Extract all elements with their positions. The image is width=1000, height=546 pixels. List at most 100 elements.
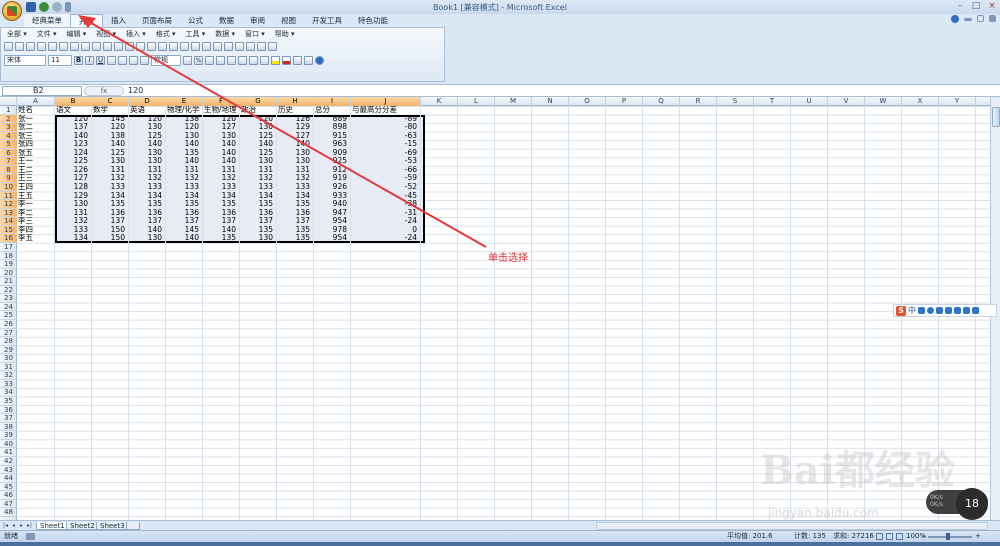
header-cell[interactable]: 姓名	[18, 106, 54, 115]
sort-desc-icon[interactable]	[213, 42, 222, 51]
help-circle-icon[interactable]	[315, 56, 324, 65]
help-icon[interactable]	[268, 42, 277, 51]
row-header-11[interactable]: 11	[0, 191, 17, 201]
column-header-w[interactable]: W	[865, 97, 902, 106]
tab-insert[interactable]: 插入	[103, 14, 134, 27]
redo-icon[interactable]	[158, 42, 167, 51]
ribbon-close-icon[interactable]	[989, 15, 996, 22]
row-header-8[interactable]: 8	[0, 165, 17, 175]
column-header-t[interactable]: T	[754, 97, 791, 106]
open-icon[interactable]	[15, 42, 24, 51]
menu-file[interactable]: 文件 ▾	[32, 30, 62, 39]
first-sheet-button[interactable]: |◂	[2, 522, 9, 529]
page-break-view-icon[interactable]	[896, 533, 903, 540]
column-header-e[interactable]: E	[166, 97, 203, 106]
row-header-24[interactable]: 24	[0, 303, 17, 312]
table-cell[interactable]: 张四	[18, 140, 54, 149]
sort-asc-icon[interactable]	[202, 42, 211, 51]
row-header-43[interactable]: 43	[0, 466, 17, 475]
row-header-16[interactable]: 16	[0, 234, 17, 243]
ime-tools-icon[interactable]	[963, 307, 970, 314]
column-header-r[interactable]: R	[680, 97, 717, 106]
bold-button[interactable]: B	[74, 56, 83, 65]
align-right-icon[interactable]	[129, 56, 138, 65]
row-header-30[interactable]: 30	[0, 354, 17, 363]
column-header-f[interactable]: F	[203, 97, 240, 106]
row-header-9[interactable]: 9	[0, 174, 17, 184]
row-header-5[interactable]: 5	[0, 140, 17, 149]
zoom-icon[interactable]	[257, 42, 266, 51]
column-header-p[interactable]: P	[606, 97, 643, 106]
header-cell[interactable]: 物理/化学	[167, 106, 202, 115]
increase-decimal-icon[interactable]	[216, 56, 225, 65]
column-header-m[interactable]: M	[495, 97, 532, 106]
zoom-slider[interactable]	[928, 536, 972, 538]
copy-icon[interactable]	[114, 42, 123, 51]
spelling-icon[interactable]	[81, 42, 90, 51]
header-cell[interactable]: 政治	[241, 106, 276, 115]
email-icon[interactable]	[48, 42, 57, 51]
column-header-y[interactable]: Y	[939, 97, 976, 106]
row-header-20[interactable]: 20	[0, 269, 17, 278]
select-all-corner[interactable]	[0, 97, 17, 106]
minimize-button[interactable]: –	[954, 1, 966, 12]
menu-format[interactable]: 格式 ▾	[151, 30, 181, 39]
row-header-31[interactable]: 31	[0, 363, 17, 372]
next-sheet-button[interactable]: ▸	[18, 522, 25, 529]
menu-view[interactable]: 视图 ▾	[91, 30, 121, 39]
row-header-21[interactable]: 21	[0, 277, 17, 286]
paste-icon[interactable]	[125, 42, 134, 51]
row-header-42[interactable]: 42	[0, 457, 17, 466]
ime-keyboard-icon[interactable]	[945, 307, 952, 314]
tab-special[interactable]: 特色功能	[350, 14, 396, 27]
normal-view-icon[interactable]	[876, 533, 883, 540]
font-name-select[interactable]: 宋体	[4, 55, 46, 66]
column-header-h[interactable]: H	[277, 97, 314, 106]
maximize-button[interactable]: □	[970, 1, 982, 12]
row-header-45[interactable]: 45	[0, 483, 17, 492]
format-painter-icon[interactable]	[136, 42, 145, 51]
borders-icon[interactable]	[260, 56, 269, 65]
zoom-slider-thumb[interactable]	[946, 533, 950, 540]
table-cell[interactable]: 王二	[18, 166, 54, 175]
column-header-s[interactable]: S	[717, 97, 754, 106]
merge-center-icon[interactable]	[140, 56, 149, 65]
tab-formulas[interactable]: 公式	[180, 14, 211, 27]
align-left-icon[interactable]	[107, 56, 116, 65]
row-header-48[interactable]: 48	[0, 508, 17, 517]
number-format-select[interactable]: 常规	[151, 55, 181, 66]
column-header-i[interactable]: I	[314, 97, 351, 106]
vertical-scroll-thumb[interactable]	[992, 107, 1000, 127]
row-header-33[interactable]: 33	[0, 380, 17, 389]
row-header-25[interactable]: 25	[0, 311, 17, 320]
autosum-icon[interactable]	[180, 42, 189, 51]
ime-emoji-icon[interactable]	[927, 307, 934, 314]
row-header-15[interactable]: 15	[0, 225, 17, 235]
sheet-tab-1[interactable]: Sheet1	[36, 522, 69, 530]
tab-review[interactable]: 审阅	[242, 14, 273, 27]
drawing-icon[interactable]	[246, 42, 255, 51]
table-cell[interactable]: 李三	[18, 217, 54, 226]
styles-icon[interactable]	[293, 56, 302, 65]
hyperlink-icon[interactable]	[169, 42, 178, 51]
column-header-c[interactable]: C	[92, 97, 129, 106]
zoom-out-button[interactable]: –	[922, 531, 926, 542]
row-header-22[interactable]: 22	[0, 286, 17, 295]
header-cell[interactable]: 与最高分分差	[352, 106, 420, 115]
prev-sheet-button[interactable]: ◂	[10, 522, 17, 529]
row-header-47[interactable]: 47	[0, 500, 17, 509]
name-box[interactable]: B2	[2, 86, 82, 96]
tab-page-layout[interactable]: 页面布局	[134, 14, 180, 27]
macro-record-icon[interactable]	[26, 533, 35, 540]
column-header-d[interactable]: D	[129, 97, 166, 106]
column-header-o[interactable]: O	[569, 97, 606, 106]
column-header-q[interactable]: Q	[643, 97, 680, 106]
row-header-34[interactable]: 34	[0, 388, 17, 398]
ime-voice-icon[interactable]	[936, 307, 943, 314]
print-icon[interactable]	[59, 42, 68, 51]
last-sheet-button[interactable]: ▸|	[26, 522, 33, 529]
ime-language[interactable]: 中	[908, 305, 916, 316]
permission-icon[interactable]	[37, 42, 46, 51]
column-header-n[interactable]: N	[532, 97, 569, 106]
column-header-g[interactable]: G	[240, 97, 277, 106]
